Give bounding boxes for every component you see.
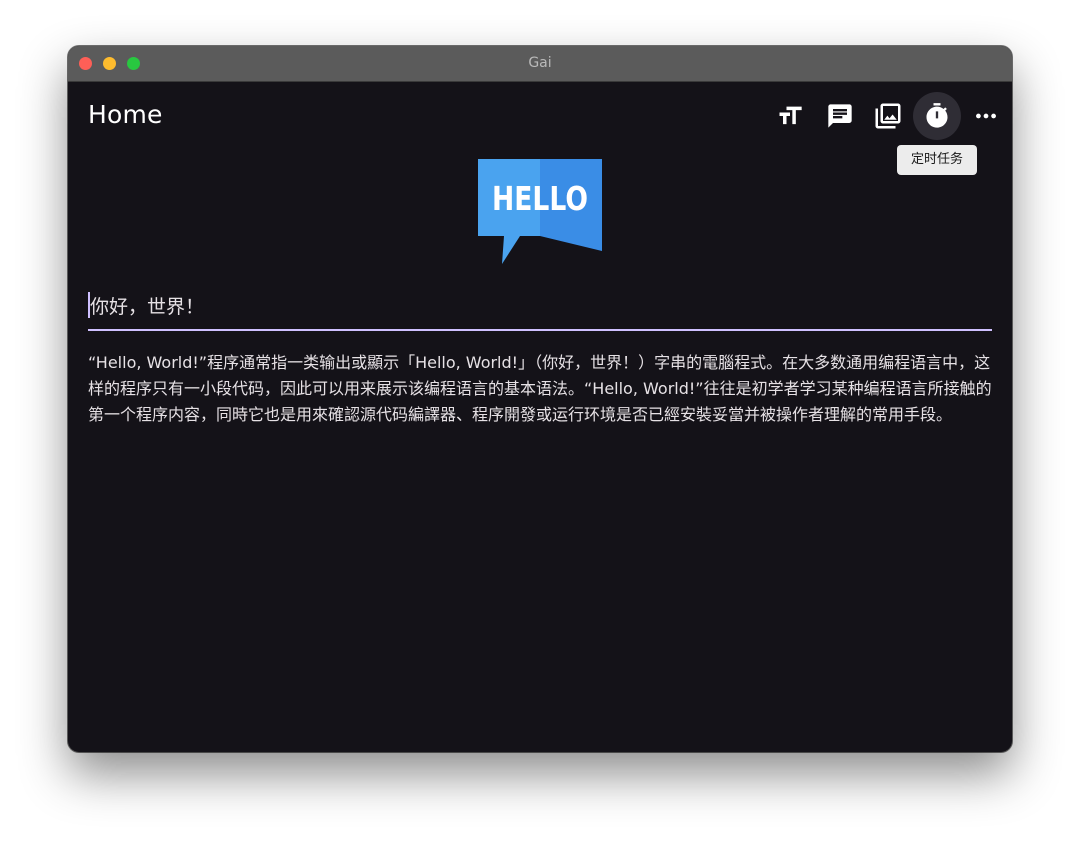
text-size-icon — [779, 106, 802, 125]
chat-message-icon — [828, 104, 852, 128]
logo-text: HELLO — [492, 179, 588, 218]
more-horizontal-icon — [976, 113, 996, 119]
scheduled-task-button[interactable] — [913, 92, 961, 140]
gallery-button[interactable] — [864, 92, 912, 140]
greeting-input[interactable] — [88, 282, 992, 328]
window-title: Gai — [528, 55, 552, 71]
scheduled-task-tooltip: 定时任务 — [897, 145, 977, 175]
page-title: Home — [88, 100, 163, 129]
title-bar[interactable]: Gai — [68, 46, 1012, 82]
more-options-button[interactable] — [962, 92, 1010, 140]
greeting-input-field[interactable] — [88, 282, 992, 331]
message-button[interactable] — [816, 92, 864, 140]
app-window: Gai Home 定时任务 HELLO 你好，世界！ “Hello, World… — [68, 46, 1012, 752]
input-underline — [88, 329, 992, 331]
text-caret — [88, 292, 90, 318]
hello-logo: HELLO — [478, 159, 602, 264]
timer-icon — [926, 103, 948, 128]
photo-library-icon — [875, 103, 901, 129]
hello-world-description: “Hello, World!”程序通常指一类输出或顯示「Hello, World… — [88, 353, 992, 424]
text-size-button[interactable] — [766, 92, 814, 140]
